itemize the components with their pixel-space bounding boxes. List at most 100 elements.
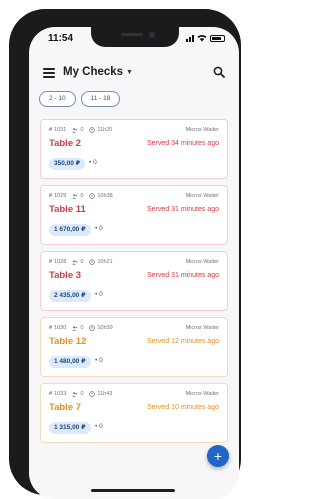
guest-count-value: 0 [80, 325, 84, 331]
hash-icon: # [49, 259, 53, 265]
hash-icon: # [49, 391, 53, 397]
check-meta: #1028 0 10h21 [49, 259, 113, 265]
table-name: Table 2 [49, 138, 82, 149]
check-meta: #1033 0 11h43 [49, 391, 112, 397]
hash-icon: # [49, 127, 53, 133]
served-status: Served 31 minutes ago [147, 272, 219, 279]
check-card[interactable]: #1033 0 11h43 Micros Waiter Table 7 Served 10… [40, 383, 228, 443]
extra-count: • 0 [89, 159, 97, 166]
guests-icon [72, 193, 78, 199]
table-name: Table 11 [49, 204, 86, 215]
served-status: Served 34 minutes ago [147, 140, 219, 147]
open-time-value: 10h39 [97, 325, 113, 331]
guests-icon [72, 325, 78, 331]
phone-frame: 11:54 My Checks ▼ 2 - 10 11 - 18 #1031 0 1… [9, 9, 241, 499]
check-meta: #1031 0 11h20 [49, 127, 112, 133]
open-time: 11h43 [89, 391, 112, 397]
check-list: #1031 0 11h20 Micros Waiter Table 2 Served 34… [40, 119, 228, 449]
guest-count-value: 0 [80, 127, 84, 133]
guest-count: 0 [72, 325, 83, 331]
status-icons [186, 34, 225, 42]
served-status: Served 10 minutes ago [147, 404, 219, 411]
search-icon[interactable] [213, 66, 225, 78]
open-time-value: 11h43 [97, 391, 113, 397]
signal-icon [186, 34, 194, 42]
extra-count: • 0 [95, 423, 103, 430]
waiter-name: Micros Waiter [185, 127, 219, 133]
check-number-value: 1028 [54, 259, 67, 265]
add-check-button[interactable]: + [207, 445, 229, 467]
open-time-value: 10h38 [97, 193, 113, 199]
check-number: #1029 [49, 193, 66, 199]
waiter-name: Micros Waiter [185, 391, 219, 397]
extra-count: • 0 [95, 225, 103, 232]
check-number-value: 1030 [54, 325, 67, 331]
check-number-value: 1031 [54, 127, 67, 133]
check-card[interactable]: #1031 0 11h20 Micros Waiter Table 2 Served 34… [40, 119, 228, 179]
battery-icon [210, 34, 225, 42]
open-time: 11h20 [89, 127, 112, 133]
guest-count-value: 0 [80, 193, 84, 199]
speaker [121, 33, 143, 36]
extra-count: • 0 [95, 291, 103, 298]
check-number: #1031 [49, 127, 66, 133]
extra-count-value: 0 [99, 423, 103, 430]
guest-count-value: 0 [80, 259, 84, 265]
clock-icon [89, 259, 96, 265]
menu-icon[interactable] [43, 68, 55, 78]
filter-chip[interactable]: 2 - 10 [39, 91, 76, 107]
check-meta: #1029 0 10h38 [49, 193, 113, 199]
table-name: Table 12 [49, 336, 87, 347]
check-meta: #1030 0 10h39 [49, 325, 113, 331]
waiter-name: Micros Waiter [185, 193, 219, 199]
home-indicator [91, 489, 175, 492]
table-name: Table 7 [49, 402, 82, 413]
check-card[interactable]: #1030 0 10h39 Micros Waiter Table 12 Served 1… [40, 317, 228, 377]
check-number-value: 1029 [54, 193, 67, 199]
table-name: Table 3 [49, 270, 82, 281]
check-number: #1030 [49, 325, 66, 331]
guest-count-value: 0 [80, 391, 84, 397]
amount-badge: 1 480,00 ₽ [49, 356, 91, 368]
served-status: Served 12 minutes ago [147, 338, 219, 345]
clock-icon [89, 325, 96, 331]
filter-chip[interactable]: 11 - 18 [80, 91, 121, 107]
amount-badge: 1 670,00 ₽ [49, 224, 91, 236]
open-time: 10h39 [89, 325, 113, 331]
extra-count: • 0 [95, 357, 103, 364]
extra-count-value: 0 [99, 291, 103, 298]
notch [91, 27, 179, 47]
guests-icon [72, 259, 78, 265]
check-number-value: 1033 [54, 391, 67, 397]
app-screen: 11:54 My Checks ▼ 2 - 10 11 - 18 #1031 0 1… [29, 27, 239, 499]
check-card[interactable]: #1029 0 10h38 Micros Waiter Table 11 Served 3… [40, 185, 228, 245]
hash-icon: # [49, 325, 53, 331]
open-time: 10h21 [89, 259, 113, 265]
page-title[interactable]: My Checks [63, 66, 123, 78]
guest-count: 0 [72, 259, 83, 265]
wifi-icon [197, 34, 207, 42]
guest-count: 0 [72, 127, 83, 133]
open-time: 10h38 [89, 193, 113, 199]
extra-count-value: 0 [99, 357, 103, 364]
open-time-value: 10h21 [97, 259, 113, 265]
guest-count: 0 [72, 391, 83, 397]
app-bar: My Checks ▼ [29, 63, 239, 85]
open-time-value: 11h20 [97, 127, 113, 133]
check-number: #1033 [49, 391, 66, 397]
extra-count-value: 0 [99, 225, 103, 232]
chevron-down-icon[interactable]: ▼ [126, 69, 133, 76]
clock-icon [89, 391, 96, 397]
amount-badge: 2 435,00 ₽ [49, 290, 91, 302]
clock-icon [89, 193, 96, 199]
amount-badge: 350,00 ₽ [49, 158, 86, 170]
waiter-name: Micros Waiter [185, 259, 219, 265]
guests-icon [72, 127, 78, 133]
clock-icon [89, 127, 96, 133]
hash-icon: # [49, 193, 53, 199]
guests-icon [72, 391, 78, 397]
check-card[interactable]: #1028 0 10h21 Micros Waiter Table 3 Served 31… [40, 251, 228, 311]
waiter-name: Micros Waiter [185, 325, 219, 331]
status-time: 11:54 [48, 33, 74, 44]
guest-count: 0 [72, 193, 83, 199]
